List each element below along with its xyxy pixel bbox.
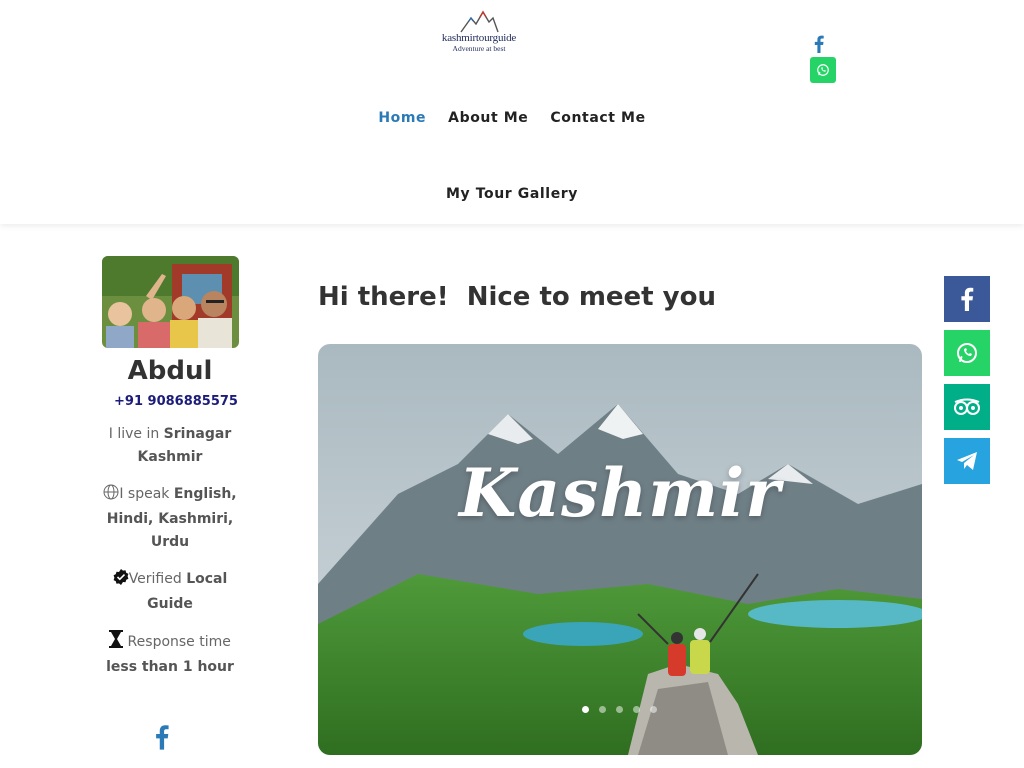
kashmir-landscape-image [318, 344, 922, 755]
slider-dots [582, 706, 657, 713]
guide-name: Abdul [127, 356, 213, 386]
header-facebook-link[interactable] [810, 33, 828, 55]
header-whatsapp-link[interactable] [810, 57, 836, 83]
facebook-icon [814, 35, 824, 53]
globe-icon [103, 484, 119, 508]
site-header: kashmirtourguide Adventure at best Home … [0, 0, 1024, 224]
main-nav: Home About Me Contact Me My Tour Gallery [0, 110, 1024, 202]
telegram-icon [957, 452, 977, 470]
response-value: less than 1 hour [106, 659, 234, 675]
nav-my-tour-gallery[interactable]: My Tour Gallery [446, 186, 578, 202]
mountain-logo-icon [460, 10, 499, 33]
logo-tagline: Adventure at best [452, 44, 506, 53]
verified-badge-icon [113, 569, 129, 593]
location-info: I live in Srinagar Kashmir [100, 423, 240, 469]
share-telegram-button[interactable] [944, 438, 990, 484]
group-photo [102, 256, 239, 348]
response-prefix: Response time [123, 634, 231, 650]
languages-info: I speak English, Hindi, Kashmiri, Urdu [100, 483, 240, 554]
site-logo[interactable]: kashmirtourguide Adventure at best [436, 8, 522, 66]
page-heading: Hi there! Nice to meet you [318, 282, 716, 312]
tripadvisor-icon [954, 398, 980, 415]
facebook-icon [156, 725, 169, 750]
logo-name: kashmirtourguide [441, 32, 517, 44]
guide-phone[interactable]: +91 9086885575 [112, 394, 240, 409]
hero-title: Kashmir [459, 454, 781, 532]
slider-dot[interactable] [599, 706, 606, 713]
share-whatsapp-button[interactable] [944, 330, 990, 376]
slider-dot[interactable] [616, 706, 623, 713]
verified-prefix: Verified [128, 571, 187, 587]
guide-profile: Abdul +91 9086885575 I live in Srinagar … [100, 256, 240, 679]
share-facebook-button[interactable] [944, 276, 990, 322]
location-prefix: I live in [108, 426, 164, 442]
nav-contact-me[interactable]: Contact Me [550, 110, 645, 126]
whatsapp-icon [957, 343, 977, 363]
response-info: Response time less than 1 hour [100, 630, 240, 679]
languages-prefix: I speak [119, 486, 174, 502]
hero-slider[interactable]: Kashmir [318, 344, 922, 755]
slider-dot[interactable] [582, 706, 589, 713]
verified-info: Verified Local Guide [100, 568, 240, 616]
avatar [102, 256, 239, 348]
whatsapp-icon [817, 64, 829, 76]
hourglass-icon [109, 630, 124, 656]
share-tripadvisor-button[interactable] [944, 384, 990, 430]
nav-about-me[interactable]: About Me [448, 110, 528, 126]
slider-dot[interactable] [633, 706, 640, 713]
profile-facebook-link[interactable] [155, 724, 171, 752]
nav-home[interactable]: Home [378, 110, 426, 126]
slider-dot[interactable] [650, 706, 657, 713]
facebook-icon [961, 287, 974, 311]
